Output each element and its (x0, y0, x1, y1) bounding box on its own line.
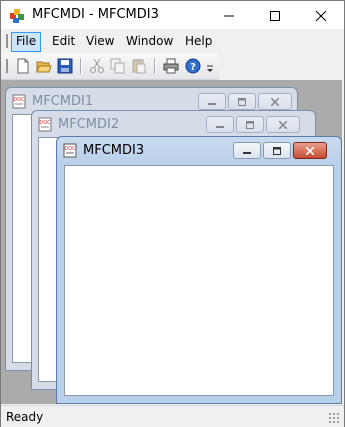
new-icon (17, 58, 29, 74)
mdi-child-title: MFCMDI3 (83, 143, 145, 158)
toolbar: ? (1, 53, 219, 80)
close-button[interactable] (293, 142, 327, 159)
minimize-button[interactable] (233, 142, 261, 159)
document-icon: DOC (12, 94, 27, 109)
menu-help[interactable]: Help (181, 32, 216, 50)
maximize-icon (238, 97, 246, 106)
print-button[interactable] (161, 56, 181, 76)
open-button[interactable] (34, 56, 54, 76)
minimize-icon (243, 151, 251, 154)
svg-text:DOC: DOC (13, 97, 25, 103)
status-bar: Ready (1, 405, 344, 427)
help-button[interactable]: ? (183, 56, 203, 76)
minimize-button[interactable] (206, 2, 252, 30)
minimize-icon (224, 15, 234, 17)
mdi-child-title: MFCMDI1 (32, 94, 94, 109)
window-title: MFCMDI - MFCMDI3 (32, 7, 159, 22)
svg-text:DOC: DOC (64, 146, 76, 152)
minimize-button[interactable] (198, 93, 226, 110)
close-button[interactable] (266, 116, 300, 133)
menu-file[interactable]: File (11, 32, 42, 52)
close-icon (271, 97, 279, 106)
cut-button[interactable] (87, 56, 107, 76)
open-icon (36, 61, 52, 73)
cut-icon (90, 58, 104, 73)
menu-bar: File Edit View Window Help (1, 30, 344, 52)
menu-window[interactable]: Window (122, 32, 177, 50)
toolbar-separator (154, 58, 156, 74)
maximize-button[interactable] (236, 116, 264, 133)
svg-text:?: ? (190, 62, 196, 73)
status-text: Ready (6, 410, 44, 424)
close-icon (315, 10, 327, 22)
save-icon (57, 58, 73, 74)
minimize-icon (208, 102, 216, 105)
menu-edit[interactable]: Edit (48, 32, 79, 50)
mdi-client-area: DOC MFCMDI1 DOC MFCMDI2 DOC MFCMDI3 (1, 80, 342, 404)
close-icon (306, 146, 314, 155)
overflow-chevron-icon (207, 65, 213, 72)
minimize-icon (216, 125, 224, 128)
close-icon (279, 120, 287, 129)
minimize-button[interactable] (206, 116, 234, 133)
maximize-icon (246, 120, 254, 129)
print-icon (163, 58, 179, 74)
copy-icon (110, 58, 125, 74)
maximize-icon (273, 146, 281, 155)
toolbar-overflow-button[interactable] (204, 56, 216, 76)
maximize-button[interactable] (263, 142, 291, 159)
resize-grip[interactable] (328, 412, 340, 424)
paste-icon (132, 59, 146, 74)
toolbar-separator (80, 58, 82, 74)
document-icon: DOC (38, 117, 53, 132)
mdi-child-window-3[interactable]: DOC MFCMDI3 (56, 136, 342, 404)
paste-button[interactable] (129, 56, 149, 76)
help-icon: ? (185, 58, 201, 74)
menubar-grip[interactable] (6, 34, 8, 48)
close-button[interactable] (298, 2, 344, 30)
document-icon: DOC (63, 143, 78, 158)
menu-view[interactable]: View (82, 32, 118, 50)
svg-text:DOC: DOC (39, 120, 51, 126)
app-icon (9, 7, 26, 24)
maximize-button[interactable] (228, 93, 256, 110)
copy-button[interactable] (108, 56, 128, 76)
mdi-child-title: MFCMDI2 (58, 117, 120, 132)
toolbar-grip[interactable] (6, 59, 8, 73)
close-button[interactable] (258, 93, 292, 110)
title-bar[interactable]: MFCMDI - MFCMDI3 (1, 1, 344, 29)
save-button[interactable] (55, 56, 75, 76)
new-button[interactable] (13, 56, 33, 76)
mdi-child-client[interactable] (64, 165, 334, 396)
maximize-button[interactable] (252, 2, 298, 30)
maximize-icon (270, 11, 280, 21)
